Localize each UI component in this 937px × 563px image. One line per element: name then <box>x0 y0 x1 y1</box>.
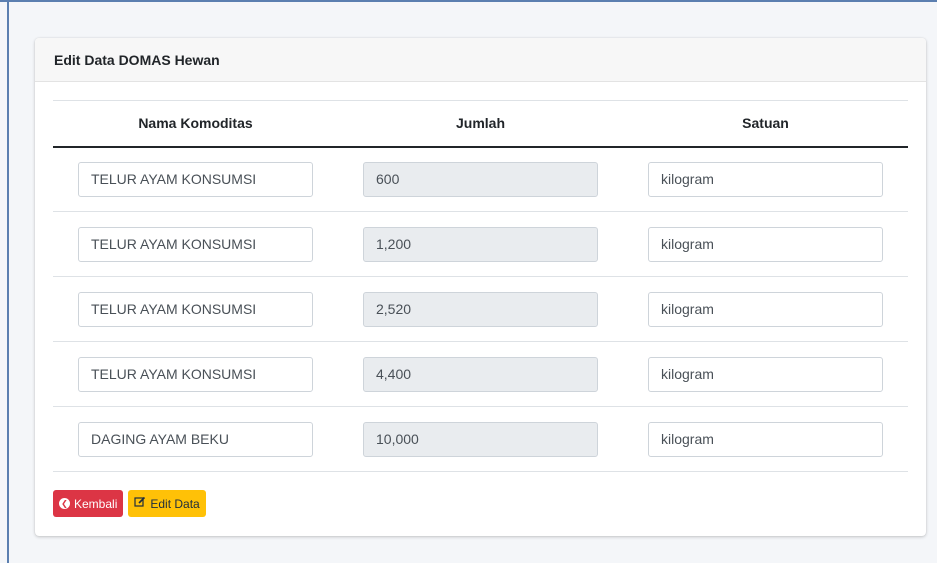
card-header: Edit Data DOMAS Hewan <box>35 38 926 82</box>
jumlah-input <box>363 421 598 457</box>
komoditas-input[interactable] <box>78 226 313 262</box>
header-jumlah: Jumlah <box>338 100 623 148</box>
edit-icon <box>134 496 146 511</box>
edit-card: Edit Data DOMAS Hewan Nama Komoditas Jum… <box>35 38 926 536</box>
edit-data-button-label: Edit Data <box>150 496 200 511</box>
frame-border-left <box>7 0 9 563</box>
table-row <box>53 341 908 407</box>
satuan-input[interactable] <box>648 291 883 327</box>
table-row <box>53 406 908 472</box>
jumlah-input <box>363 161 598 197</box>
card-title: Edit Data DOMAS Hewan <box>54 52 220 68</box>
komoditas-input[interactable] <box>78 356 313 392</box>
komoditas-input[interactable] <box>78 421 313 457</box>
table-row <box>53 211 908 277</box>
jumlah-input <box>363 291 598 327</box>
header-nama-komoditas: Nama Komoditas <box>53 100 338 148</box>
back-button[interactable]: ❮ Kembali <box>53 490 124 517</box>
table-header-row: Nama Komoditas Jumlah Satuan <box>53 100 908 148</box>
back-button-label: Kembali <box>74 496 118 511</box>
komoditas-input[interactable] <box>78 161 313 197</box>
table-row <box>53 146 908 212</box>
card-body: Nama Komoditas Jumlah Satuan <box>35 82 926 472</box>
chevron-left-circle-icon: ❮ <box>59 498 70 509</box>
form-actions: ❮ Kembali Edit Data <box>53 490 206 517</box>
header-satuan: Satuan <box>623 100 908 148</box>
frame-border-top <box>0 0 937 2</box>
jumlah-input <box>363 226 598 262</box>
satuan-input[interactable] <box>648 161 883 197</box>
table-row <box>53 276 908 342</box>
jumlah-input <box>363 356 598 392</box>
satuan-input[interactable] <box>648 356 883 392</box>
data-table: Nama Komoditas Jumlah Satuan <box>53 100 908 472</box>
satuan-input[interactable] <box>648 421 883 457</box>
satuan-input[interactable] <box>648 226 883 262</box>
komoditas-input[interactable] <box>78 291 313 327</box>
edit-data-button[interactable]: Edit Data <box>128 490 206 517</box>
